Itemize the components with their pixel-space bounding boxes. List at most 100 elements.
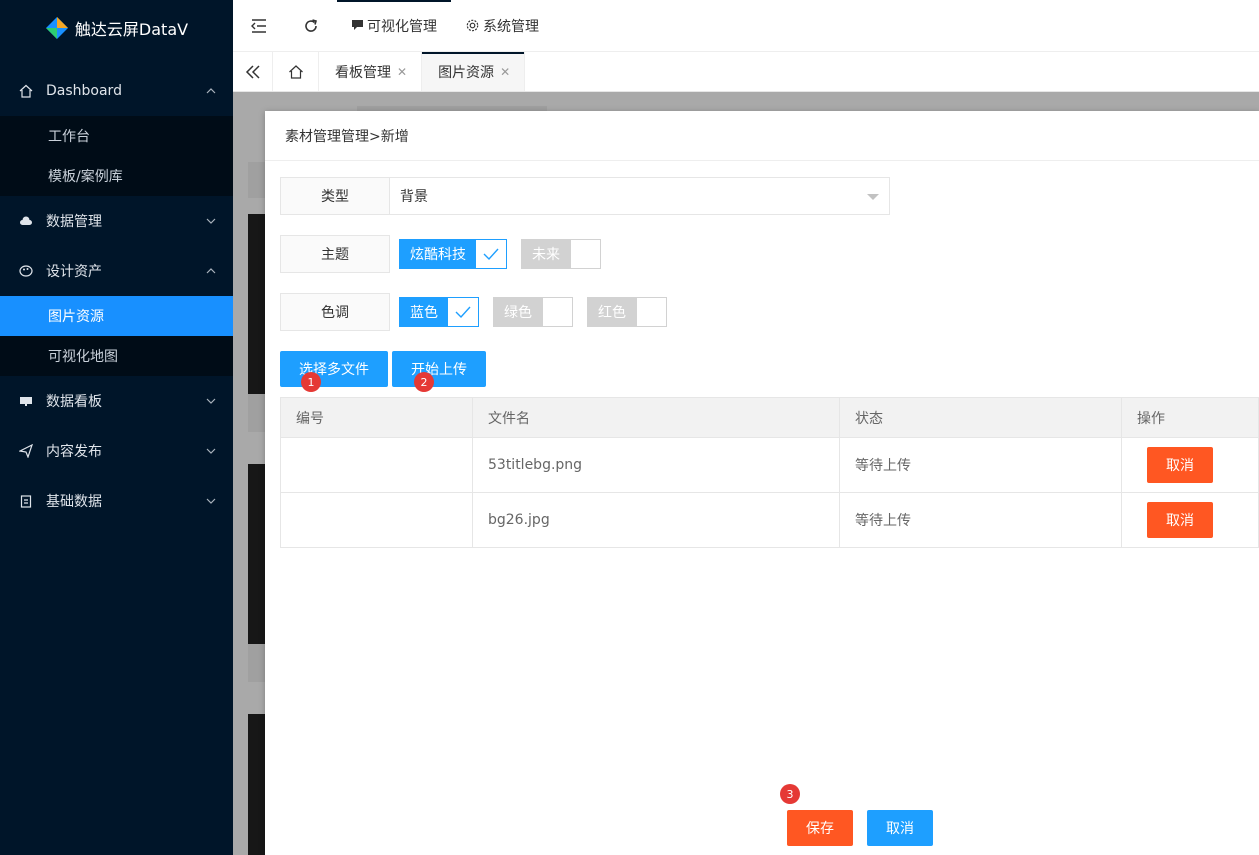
- tab-label: 图片资源: [438, 64, 495, 81]
- chevron-down-icon: [206, 448, 216, 454]
- tone-option-blue[interactable]: 蓝色: [399, 297, 479, 327]
- sub-label: 工作台: [48, 129, 90, 145]
- menu-design-assets[interactable]: 设计资产: [0, 246, 233, 296]
- checkbox-label: 未来: [522, 240, 570, 268]
- sidebar-item-visual-map[interactable]: 可视化地图: [0, 336, 233, 376]
- nav-visual-management[interactable]: 可视化管理: [337, 0, 451, 52]
- row-cancel-button[interactable]: 取消: [1147, 502, 1213, 538]
- tabs-scroll-left-button[interactable]: [233, 52, 273, 91]
- tab-home[interactable]: [273, 52, 319, 91]
- cloud-icon: [18, 213, 34, 229]
- theme-label: 主题: [280, 235, 390, 273]
- chevron-up-icon: [206, 88, 216, 94]
- dialog-title: 素材管理管理>新增: [265, 111, 1259, 161]
- chevron-down-icon: [206, 498, 216, 504]
- type-row: 类型 背景: [280, 177, 890, 215]
- cell-action: 取消: [1121, 492, 1259, 548]
- save-button[interactable]: 保存: [787, 810, 853, 846]
- chat-icon: [351, 19, 364, 32]
- cell-id: [280, 437, 473, 493]
- gear-icon: [465, 18, 480, 33]
- menu-data-management[interactable]: 数据管理: [0, 196, 233, 246]
- logo-icon: [45, 16, 68, 39]
- button-label: 取消: [886, 821, 914, 837]
- menu-base-data[interactable]: 基础数据: [0, 476, 233, 526]
- tone-row: 色调 蓝色 绿色 红色: [280, 293, 667, 331]
- file-table: 编号 文件名 状态 操作 53titlebg.png 等待上传 取消 bg26.…: [280, 397, 1259, 548]
- menu-label: 基础数据: [46, 494, 102, 510]
- caret-down-icon: [867, 194, 879, 200]
- home-icon: [288, 64, 303, 79]
- refresh-icon: [305, 18, 317, 32]
- chevron-up-icon: [206, 268, 216, 274]
- select-files-button[interactable]: 选择多文件: [280, 351, 388, 387]
- check-icon: [448, 298, 478, 326]
- check-icon: [476, 240, 506, 268]
- step-badge-1: 1: [301, 372, 321, 392]
- sub-label: 图片资源: [48, 309, 104, 325]
- sidebar-item-workbench[interactable]: 工作台: [0, 116, 233, 156]
- close-icon[interactable]: ✕: [397, 65, 407, 79]
- cell-status: 等待上传: [839, 492, 1122, 548]
- chevron-down-icon: [206, 218, 216, 224]
- tone-option-red[interactable]: 红色: [587, 297, 667, 327]
- menu-label: Dashboard: [46, 83, 122, 99]
- nav-system-management[interactable]: 系统管理: [451, 0, 553, 52]
- board-icon: [18, 393, 34, 409]
- cell-action: 取消: [1121, 437, 1259, 493]
- collapse-sidebar-button[interactable]: [233, 0, 285, 52]
- column-header-action: 操作: [1121, 397, 1259, 438]
- checkbox-label: 绿色: [494, 298, 542, 326]
- brand[interactable]: 触达云屏DataV: [0, 0, 233, 55]
- step-badge-2: 2: [414, 372, 434, 392]
- button-label: 保存: [806, 821, 834, 837]
- menu-label: 数据管理: [46, 214, 102, 230]
- cancel-button[interactable]: 取消: [867, 810, 933, 846]
- home-icon: [18, 83, 34, 99]
- tone-option-green[interactable]: 绿色: [493, 297, 573, 327]
- tab-image-resources[interactable]: 图片资源 ✕: [422, 52, 526, 91]
- nav-label: 系统管理: [483, 18, 539, 35]
- close-icon[interactable]: ✕: [500, 65, 510, 79]
- menu-label: 内容发布: [46, 444, 102, 460]
- menu-label: 设计资产: [46, 264, 102, 280]
- type-select-value: 背景: [400, 189, 428, 205]
- submenu-design-assets: 图片资源 可视化地图: [0, 296, 233, 376]
- sidebar: 触达云屏DataV Dashboard 工作台 模板/案例库 数据管理 设计资产…: [0, 0, 233, 855]
- cell-id: [280, 492, 473, 548]
- checkbox-label: 炫酷科技: [400, 240, 476, 268]
- palette-icon: [18, 263, 34, 279]
- refresh-button[interactable]: [285, 0, 337, 52]
- checkbox-label: 红色: [588, 298, 636, 326]
- type-label: 类型: [280, 177, 390, 215]
- menu-content-publish[interactable]: 内容发布: [0, 426, 233, 476]
- nav-label: 可视化管理: [367, 18, 437, 35]
- table-row: 53titlebg.png 等待上传 取消: [280, 437, 1259, 493]
- row-cancel-button[interactable]: 取消: [1147, 447, 1213, 483]
- checkbox-box: [636, 298, 666, 326]
- checkbox-label: 蓝色: [400, 298, 448, 326]
- theme-option-future[interactable]: 未来: [521, 239, 601, 269]
- start-upload-button[interactable]: 开始上传: [392, 351, 486, 387]
- chevron-down-icon: [206, 398, 216, 404]
- topbar: 可视化管理 系统管理: [233, 0, 1259, 52]
- checkbox-box: [542, 298, 572, 326]
- theme-row: 主题 炫酷科技 未来: [280, 235, 601, 273]
- type-select[interactable]: 背景: [390, 177, 890, 215]
- table-row: bg26.jpg 等待上传 取消: [280, 492, 1259, 548]
- theme-option-cool-tech[interactable]: 炫酷科技: [399, 239, 507, 269]
- column-header-filename: 文件名: [472, 397, 840, 438]
- send-icon: [18, 443, 34, 459]
- cell-status: 等待上传: [839, 437, 1122, 493]
- indent-icon: [251, 18, 266, 33]
- clipboard-icon: [18, 493, 34, 509]
- submenu-dashboard: 工作台 模板/案例库: [0, 116, 233, 196]
- tab-board-management[interactable]: 看板管理 ✕: [319, 52, 423, 91]
- tab-label: 看板管理: [335, 64, 391, 81]
- sidebar-item-templates[interactable]: 模板/案例库: [0, 156, 233, 196]
- menu-data-board[interactable]: 数据看板: [0, 376, 233, 426]
- sidebar-item-image-resources[interactable]: 图片资源: [0, 296, 233, 336]
- menu-dashboard[interactable]: Dashboard: [0, 66, 233, 116]
- double-chevron-left-icon: [245, 64, 260, 79]
- tone-label: 色调: [280, 293, 390, 331]
